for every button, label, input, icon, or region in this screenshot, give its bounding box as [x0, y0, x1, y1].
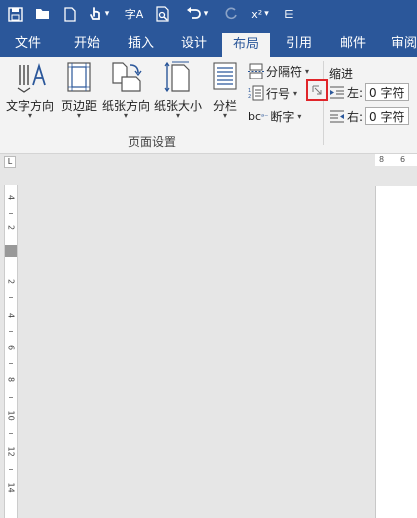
chevron-down-icon: ▾ — [76, 111, 81, 120]
chevron-down-icon: ▾ — [297, 111, 302, 121]
indent-right-label: 右: — [347, 109, 364, 124]
horizontal-ruler[interactable]: 8 6 — [375, 154, 417, 166]
chevron-down-icon: ▾ — [293, 88, 298, 98]
indent-right-row: 右: 0 字符 — [329, 106, 410, 126]
ruler-number: 8 — [379, 155, 385, 164]
indent-title: 缩进 — [329, 67, 354, 81]
hyphenation-button[interactable]: bc ᵃ⁻ 断字 ▾ — [248, 106, 301, 126]
ruler-tick — [9, 469, 13, 470]
columns-icon — [213, 62, 237, 90]
tab-layout[interactable]: 布局 — [222, 33, 270, 57]
size-button[interactable]: 纸张大小 ▾ — [152, 57, 204, 127]
ruler-number: 6 — [400, 155, 406, 164]
ruler-tick — [9, 397, 13, 398]
indent-left-label: 左: — [347, 85, 364, 100]
chevron-down-icon: ▾ — [123, 111, 128, 120]
breaks-button[interactable]: 分隔符 ▾ — [248, 61, 309, 81]
tab-review[interactable]: 审阅 — [384, 30, 417, 57]
hyphenation-icon: bc — [248, 109, 262, 123]
ruler-tick — [9, 363, 13, 364]
ruler-number: 2 — [6, 278, 16, 285]
ruler-number: 14 — [6, 482, 16, 493]
chevron-down-icon: ▾ — [305, 66, 310, 76]
tab-home[interactable]: 开始 — [62, 30, 112, 57]
document-area — [0, 154, 417, 518]
chevron-down-icon: ▾ — [175, 111, 180, 120]
page-size-icon — [164, 61, 190, 93]
breaks-icon — [248, 63, 264, 79]
tab-mailings[interactable]: 邮件 — [330, 30, 376, 57]
line-numbers-label: 行号 — [266, 86, 291, 101]
ruler-number: 6 — [6, 344, 16, 351]
line-numbers-icon: 12 — [248, 85, 264, 101]
group-divider — [323, 61, 324, 145]
indent-left-input[interactable]: 0 字符 — [365, 83, 410, 101]
columns-button[interactable]: 分栏 ▾ — [206, 57, 244, 127]
text-direction-button[interactable]: 文字方向 ▾ — [2, 57, 58, 127]
tab-references[interactable]: 引用 — [276, 30, 322, 57]
ruler-number: 12 — [6, 446, 16, 457]
indent-right-icon — [329, 110, 345, 123]
vertical-ruler[interactable]: 4 2 2 4 6 8 10 12 14 — [4, 185, 18, 518]
ruler-margin-marker — [5, 245, 17, 257]
ruler-number: 10 — [6, 410, 16, 421]
margins-button[interactable]: 页边距 ▾ — [58, 57, 100, 127]
text-direction-icon — [17, 63, 46, 93]
ribbon-layout-panel: 文字方向 ▾ 页边距 ▾ 纸张方向 ▾ 纸张大小 ▾ 分栏 ▾ 分隔符 ▾ 1 … — [0, 57, 417, 154]
open-folder-icon[interactable] — [32, 3, 54, 25]
print-preview-icon[interactable] — [154, 3, 172, 25]
ribbon-tabs: 文件 开始 插入 设计 布局 引用 邮件 审阅 — [0, 30, 417, 57]
chevron-down-icon: ▾ — [222, 111, 227, 120]
tab-selector[interactable]: L — [4, 156, 16, 168]
ruler-number: 8 — [6, 376, 16, 383]
breaks-label: 分隔符 — [266, 64, 303, 79]
margins-icon — [67, 62, 91, 92]
indent-left-icon — [329, 86, 345, 99]
undo-icon[interactable]: ▾ — [182, 3, 212, 25]
ruler-number: 2 — [6, 224, 16, 231]
orientation-button[interactable]: 纸张方向 ▾ — [100, 57, 152, 127]
hyphenation-label: 断字 — [270, 109, 295, 124]
subscript-icon[interactable]: x² ▾ — [248, 3, 272, 25]
ruler-number: 4 — [6, 194, 16, 201]
save-icon[interactable] — [5, 3, 25, 25]
page-setup-group-label: 页面设置 — [128, 135, 177, 149]
touch-mode-icon[interactable]: ▾ — [86, 3, 112, 25]
indent-left-row: 左: 0 字符 — [329, 82, 410, 102]
ruler-tick — [9, 331, 13, 332]
ruler-number: 4 — [6, 312, 16, 319]
ruler-tick — [9, 213, 13, 214]
spelling-check-icon[interactable]: 字A — [123, 3, 145, 25]
ruler-tick — [9, 433, 13, 434]
tab-insert[interactable]: 插入 — [118, 30, 164, 57]
dialog-launcher-icon — [312, 85, 322, 95]
document-page[interactable] — [375, 186, 417, 518]
redo-icon[interactable] — [222, 3, 240, 25]
hyphen-arrow-icon: ᵃ⁻ — [261, 111, 269, 121]
ruler-tick — [9, 297, 13, 298]
orientation-icon — [112, 62, 142, 92]
tab-design[interactable]: 设计 — [170, 30, 218, 57]
svg-text:2: 2 — [248, 94, 251, 100]
chevron-down-icon: ▾ — [27, 111, 32, 120]
tab-file[interactable]: 文件 — [4, 30, 52, 57]
line-numbers-button[interactable]: 12 行号 ▾ — [248, 83, 297, 103]
indent-right-input[interactable]: 0 字符 — [365, 107, 410, 125]
customize-qat-icon[interactable]: ⋿ — [282, 3, 296, 25]
new-document-icon[interactable] — [62, 3, 78, 25]
page-setup-dialog-launcher[interactable] — [306, 79, 328, 101]
quick-access-toolbar: ▾ 字A ▾ x² ▾ ⋿ — [0, 0, 417, 30]
